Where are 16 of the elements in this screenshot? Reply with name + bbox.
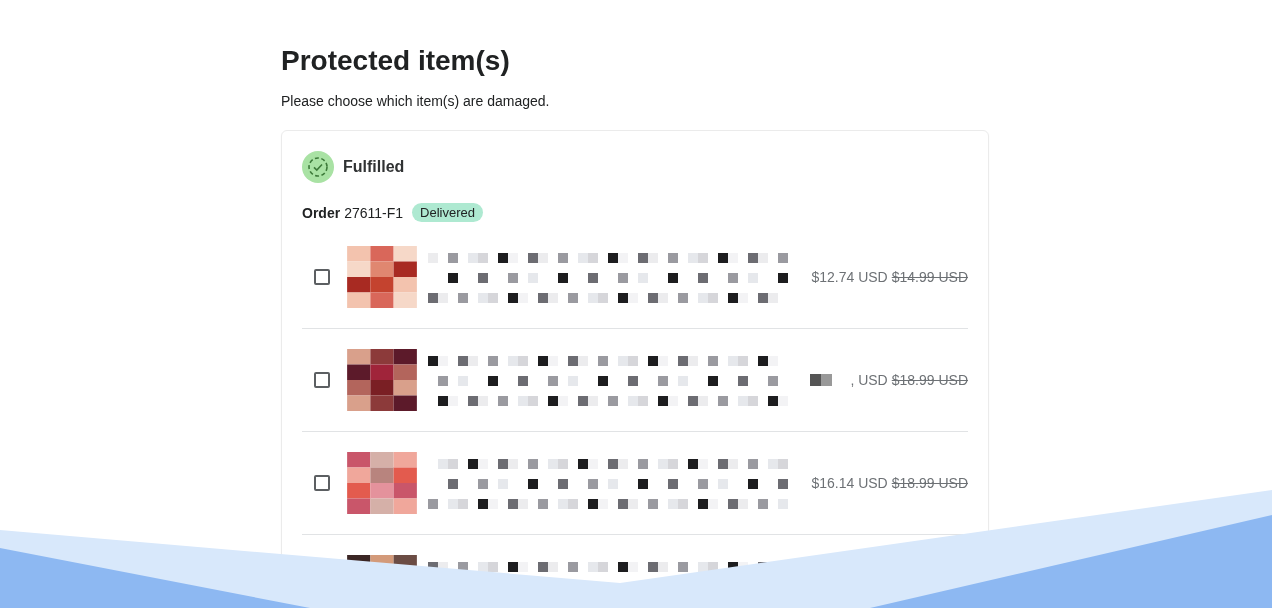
checkbox[interactable] [314,269,330,285]
status-badge: Delivered [412,203,483,222]
instruction-text: Please choose which item(s) are damaged. [281,92,551,110]
page-title: Protected item(s) [281,44,511,78]
checkbox[interactable] [314,372,330,388]
original-price: $18.99 USD [891,475,968,491]
fulfillment-status: Fulfilled [343,158,405,176]
original-price: $18.99 USD [891,372,968,388]
order-label: Order [302,204,341,221]
sale-price: $16.14 USD [811,475,888,491]
check-circle-icon [302,151,334,183]
checkbox[interactable] [314,475,330,491]
order-number: 27611-F1 [344,204,404,221]
original-price: $14.99 USD [891,269,968,285]
sale-price: , USD [850,372,888,388]
sale-price: $12.74 USD [811,269,888,285]
